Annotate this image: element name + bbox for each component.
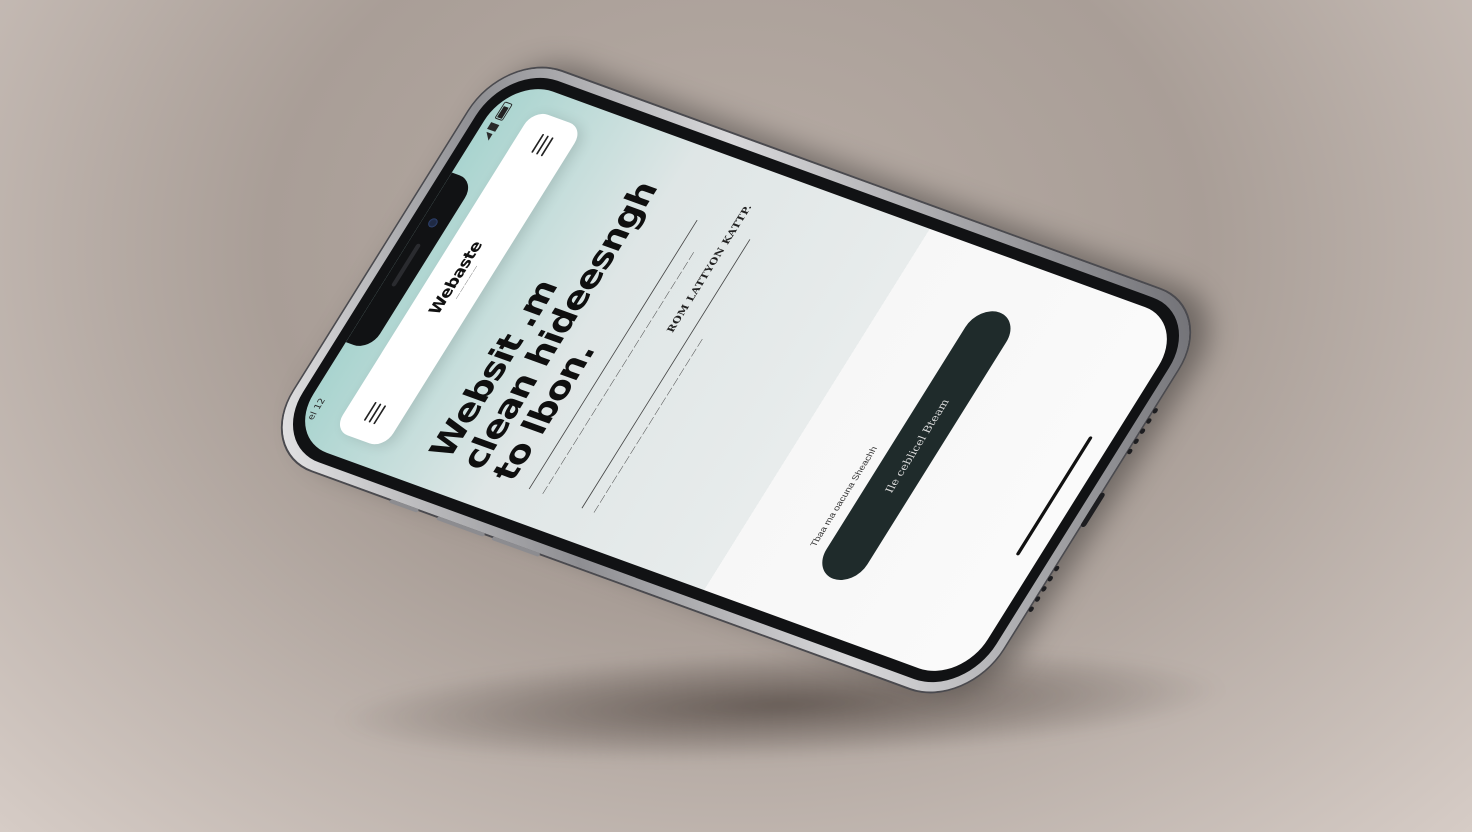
mute-switch bbox=[388, 499, 420, 513]
bottom-cta-area: Tbaa ma oacuna Sheachh Ile ceblicel Btea… bbox=[782, 277, 1033, 608]
primary-cta-button[interactable]: Ile ceblicel Bteam bbox=[812, 304, 1021, 587]
phone-screen: el 12 ◢ ▇ Webaste ————— Websit .m clean … bbox=[285, 76, 1187, 684]
phone-device: el 12 ◢ ▇ Webaste ————— Websit .m clean … bbox=[256, 51, 1216, 709]
home-indicator[interactable] bbox=[1015, 435, 1093, 556]
button-caption: Tbaa ma oacuna Sheachh bbox=[808, 445, 880, 549]
status-indicators: ◢ ▇ bbox=[481, 101, 513, 141]
signal-icon: ◢ ▇ bbox=[481, 122, 500, 142]
status-time: el 12 bbox=[306, 397, 328, 422]
phone-bezel: el 12 ◢ ▇ Webaste ————— Websit .m clean … bbox=[270, 63, 1202, 697]
brand-name: Webaste bbox=[425, 239, 487, 317]
menu-right-hamburger-icon[interactable] bbox=[531, 133, 554, 157]
phone-shadow bbox=[328, 634, 1232, 776]
scene: el 12 ◢ ▇ Webaste ————— Websit .m clean … bbox=[0, 0, 1472, 832]
battery-icon bbox=[494, 101, 513, 121]
menu-hamburger-icon[interactable] bbox=[363, 401, 387, 425]
site-brand[interactable]: Webaste ————— bbox=[425, 239, 492, 319]
